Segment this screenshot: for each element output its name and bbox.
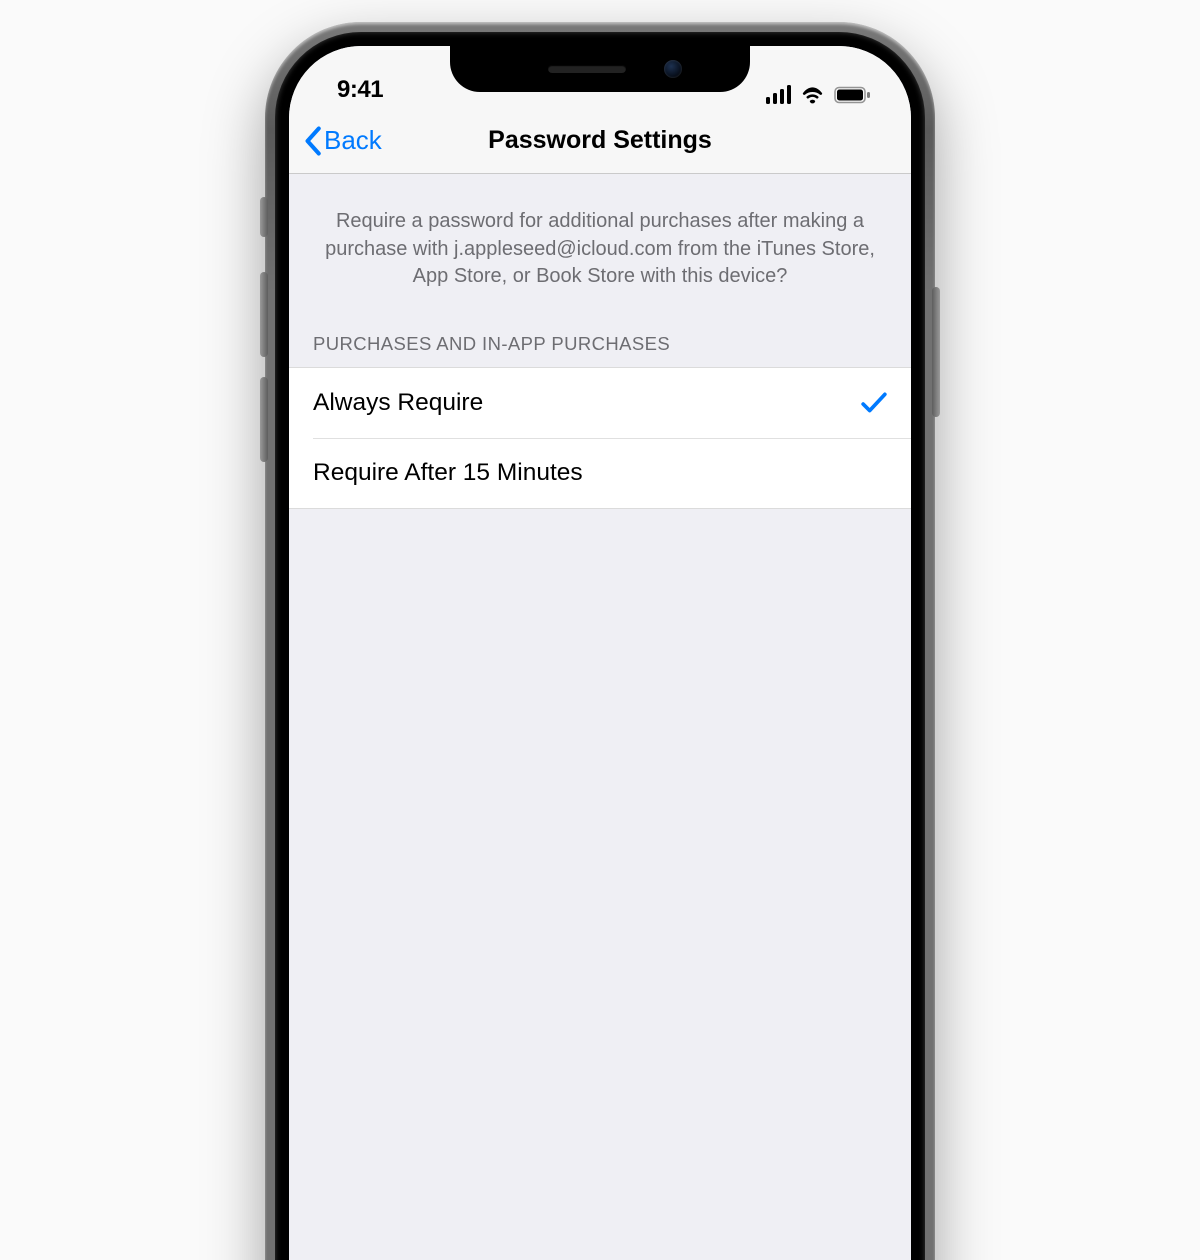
- status-right: [766, 85, 872, 104]
- option-label: Require After 15 Minutes: [313, 459, 583, 487]
- option-require-after-15-minutes[interactable]: Require After 15 Minutes: [313, 438, 911, 508]
- speaker-grille: [548, 65, 626, 73]
- page-title: Password Settings: [289, 126, 911, 155]
- battery-icon: [834, 86, 871, 104]
- option-always-require[interactable]: Always Require: [289, 368, 911, 438]
- phone-frame: 9:41: [265, 22, 935, 1260]
- wifi-icon: [800, 85, 825, 104]
- notch: [450, 46, 750, 92]
- back-label: Back: [324, 125, 382, 156]
- option-label: Always Require: [313, 389, 483, 417]
- phone-bezel: 9:41: [275, 32, 925, 1260]
- mute-switch: [260, 197, 268, 237]
- section-header: PURCHASES AND IN-APP PURCHASES: [289, 317, 911, 367]
- volume-up-button: [260, 272, 268, 357]
- front-camera: [664, 60, 682, 78]
- volume-down-button: [260, 377, 268, 462]
- back-button[interactable]: Back: [303, 125, 382, 156]
- option-group: Always Require Require After 15 Minutes: [289, 367, 911, 509]
- navigation-bar: Back Password Settings: [289, 108, 911, 174]
- cellular-signal-icon: [766, 85, 792, 104]
- content: Require a password for additional purcha…: [289, 174, 911, 509]
- status-time: 9:41: [337, 76, 383, 104]
- checkmark-icon: [861, 392, 887, 414]
- screen: 9:41: [289, 46, 911, 1260]
- section-description: Require a password for additional purcha…: [289, 174, 911, 317]
- side-button: [932, 287, 940, 417]
- chevron-left-icon: [303, 126, 322, 156]
